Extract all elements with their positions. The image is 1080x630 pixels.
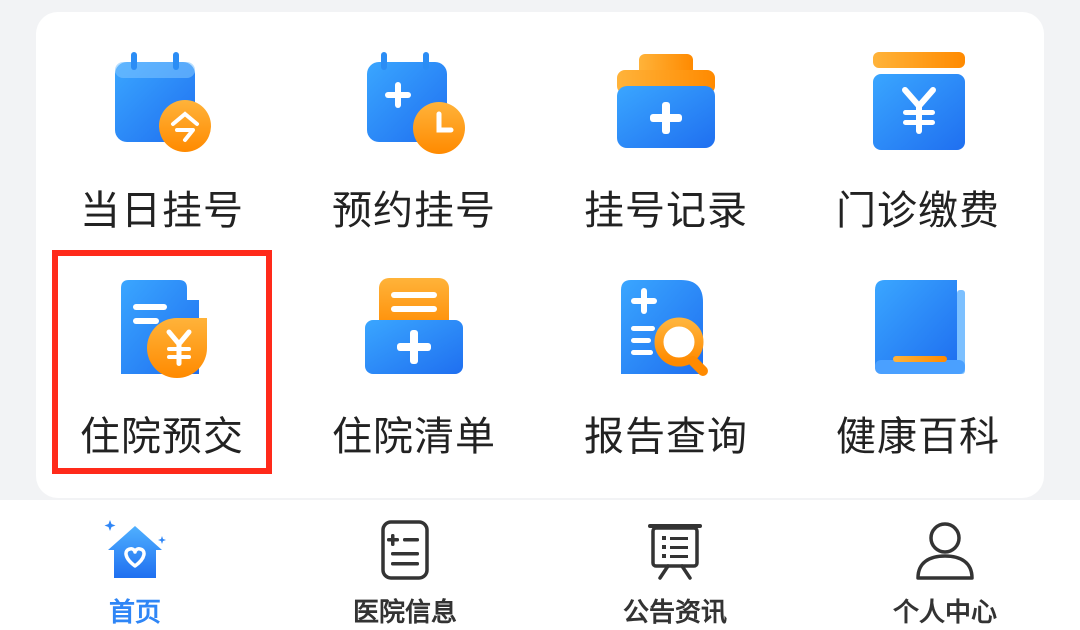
- grid-item-label: 预约挂号: [332, 188, 496, 234]
- bottom-tab-bar: 首页 医院信息 公告资讯 个人中心: [0, 500, 1080, 630]
- report-search-icon: [621, 280, 708, 376]
- grid-item-inpatient-list[interactable]: 住院清单: [288, 238, 540, 468]
- tab-announcements[interactable]: 公告资讯: [540, 500, 810, 630]
- tab-label: 医院信息: [352, 598, 457, 628]
- highlight-box: [52, 250, 272, 474]
- tab-label: 公告资讯: [622, 598, 727, 628]
- grid-item-label: 门诊缴费: [836, 188, 1000, 234]
- grid-item-outpatient-payment[interactable]: 门诊缴费: [792, 12, 1044, 242]
- services-card: 当日挂号 预约挂号 挂号记录 门诊缴费 住院预交 住院清单 报告查询 健康百科: [36, 12, 1044, 498]
- grid-item-label: 住院清单: [332, 414, 496, 460]
- calendar-clock-icon: [367, 52, 465, 154]
- tab-hospital-info[interactable]: 医院信息: [270, 500, 540, 630]
- grid-item-appointment-registration[interactable]: 预约挂号: [288, 12, 540, 242]
- tab-label: 个人中心: [892, 598, 997, 628]
- service-grid: 当日挂号 预约挂号 挂号记录 门诊缴费 住院预交 住院清单 报告查询 健康百科: [36, 12, 1044, 498]
- notice-board-icon: [648, 524, 702, 580]
- grid-item-health-encyclopedia[interactable]: 健康百科: [792, 238, 1044, 468]
- list-plus-icon: [365, 278, 463, 374]
- payment-yen-icon: [873, 52, 965, 150]
- grid-item-registration-records[interactable]: 挂号记录: [540, 12, 792, 242]
- grid-item-label: 报告查询: [584, 414, 748, 460]
- grid-item-label: 健康百科: [836, 414, 1000, 460]
- grid-item-label: 挂号记录: [584, 188, 748, 234]
- tab-personal-center[interactable]: 个人中心: [810, 500, 1080, 630]
- calendar-today-icon: [115, 52, 211, 152]
- book-icon: [875, 280, 965, 374]
- home-heart-icon: [104, 520, 166, 578]
- grid-item-same-day-registration[interactable]: 当日挂号: [36, 12, 288, 242]
- hospital-info-icon: [381, 520, 429, 580]
- grid-item-report-query[interactable]: 报告查询: [540, 238, 792, 468]
- grid-item-label: 当日挂号: [80, 188, 244, 234]
- tab-home[interactable]: 首页: [0, 500, 270, 630]
- record-folder-icon: [617, 54, 715, 148]
- tab-label: 首页: [108, 598, 161, 628]
- person-icon: [916, 522, 974, 580]
